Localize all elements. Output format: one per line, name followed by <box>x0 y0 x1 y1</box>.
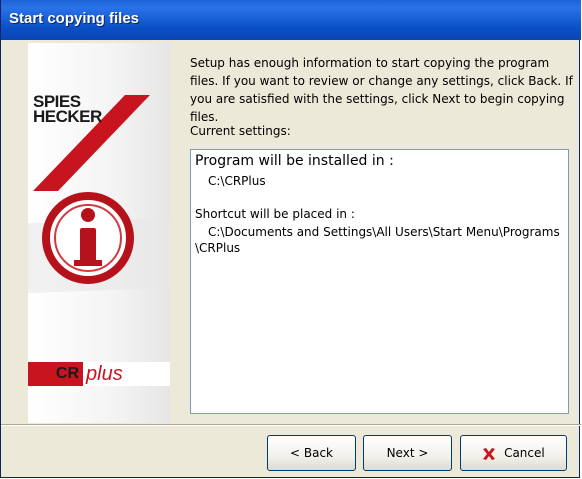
product-logo-plus: plus <box>86 363 123 385</box>
settings-summary-box[interactable]: Program will be installed in : C:\CRPlus… <box>190 149 569 414</box>
back-button-label: < Back <box>289 446 333 460</box>
current-settings-label: Current settings: <box>190 124 291 138</box>
cancel-button-label: Cancel <box>504 446 545 460</box>
instructions-text: Setup has enough information to start co… <box>190 56 573 124</box>
x-icon <box>483 447 496 460</box>
info-icon <box>42 192 134 284</box>
back-button[interactable]: < Back <box>267 435 356 471</box>
shortcut-path: C:\Documents and Settings\All Users\Star… <box>195 225 560 255</box>
brand-line-2: HECKER <box>33 107 102 126</box>
product-logo-cr: CR <box>28 362 83 386</box>
setup-dialog: Start copying files SPIES HECKER CR plus… <box>0 0 581 478</box>
window-title: Start copying files <box>9 10 140 27</box>
cancel-button[interactable]: Cancel <box>460 435 567 471</box>
next-button-label: Next > <box>386 446 429 460</box>
button-divider <box>1 424 581 426</box>
install-path: C:\CRPlus <box>208 174 266 188</box>
product-logo: CR plus <box>28 362 170 386</box>
brand-logo: SPIES HECKER <box>33 93 123 126</box>
shortcut-heading: Shortcut will be placed in : <box>195 207 355 221</box>
install-heading: Program will be installed in : <box>195 153 394 169</box>
title-bar: Start copying files <box>1 0 581 40</box>
next-button[interactable]: Next > <box>363 435 452 471</box>
